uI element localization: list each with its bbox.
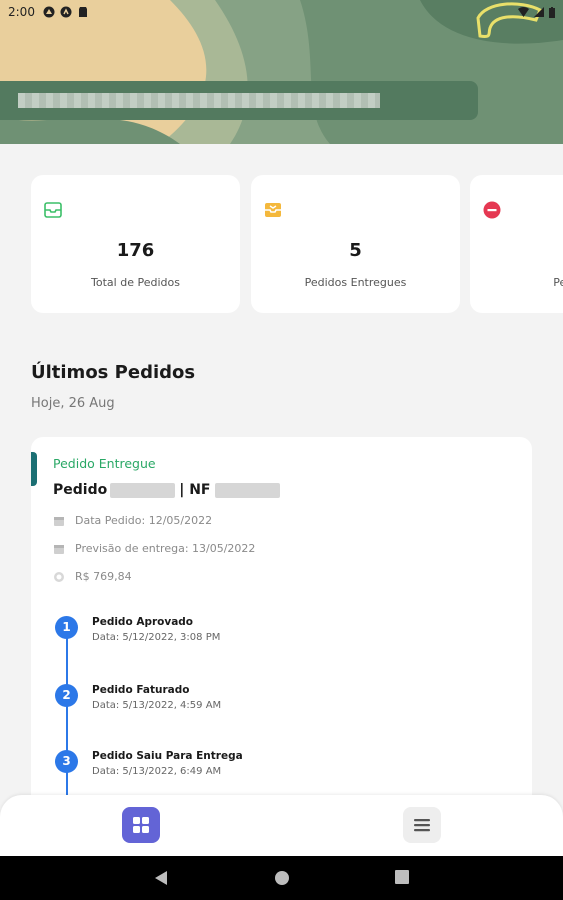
step-number: 3 <box>55 750 78 773</box>
battery-icon <box>549 6 555 18</box>
redacted-order-number <box>110 482 176 498</box>
stat-card-delivered[interactable]: 5 Pedidos Entregues <box>251 175 460 313</box>
section-date: Hoje, 26 Aug <box>31 396 115 411</box>
order-date-row: Data Pedido: 12/05/2022 <box>53 514 212 527</box>
wifi-icon <box>518 7 529 17</box>
status-bar: 2:00 <box>0 0 563 24</box>
order-status: Pedido Entregue <box>53 456 156 471</box>
search-bar[interactable] <box>0 81 478 120</box>
calendar-icon <box>54 544 64 554</box>
status-accent-bar <box>31 452 37 486</box>
step-title: Pedido Aprovado <box>92 616 194 628</box>
inbox-icon <box>44 202 62 218</box>
order-title: Pedido | NF <box>53 482 280 498</box>
section-title: Últimos Pedidos <box>31 362 196 383</box>
money-icon <box>54 571 64 582</box>
step-title: Pedido Saiu Para Entrega <box>92 750 243 762</box>
menu-tab-button[interactable] <box>403 807 441 843</box>
app-notification-icon-2 <box>60 6 72 18</box>
stats-cards: 176 Total de Pedidos 5 Pedidos Entregues… <box>31 175 563 313</box>
home-tab-button[interactable] <box>122 807 160 843</box>
order-title-nf: | NF <box>179 482 211 498</box>
signal-icon <box>534 7 544 17</box>
stat-value: 5 <box>349 240 362 261</box>
redacted-user-name <box>18 93 380 108</box>
step-date: Data: 5/13/2022, 4:59 AM <box>92 700 222 711</box>
step-date: Data: 5/12/2022, 3:08 PM <box>92 632 221 643</box>
grid-icon <box>133 817 149 833</box>
stat-label: Pedidos Entregues <box>304 276 407 289</box>
bottom-navigation <box>0 795 563 856</box>
delivery-forecast: Previsão de entrega: 13/05/2022 <box>75 542 256 555</box>
stat-label: Pedidos <box>553 276 563 289</box>
step-title: Pedido Faturado <box>92 684 190 696</box>
system-navigation-bar <box>0 856 563 900</box>
back-icon[interactable] <box>154 870 168 886</box>
delivery-forecast-row: Previsão de entrega: 13/05/2022 <box>53 542 255 555</box>
minus-circle-icon <box>483 201 501 219</box>
redacted-nf-number <box>214 482 280 498</box>
step-number: 2 <box>55 684 78 707</box>
step-number: 1 <box>55 616 78 639</box>
order-card[interactable]: Pedido Entregue Pedido | NF Data Pedido:… <box>31 437 532 817</box>
timeline-line <box>66 627 68 817</box>
stat-value: 176 <box>116 240 155 261</box>
inbox-delivered-icon <box>265 203 281 217</box>
calendar-icon <box>54 516 64 526</box>
app-notification-icon <box>43 6 55 18</box>
stat-card-total[interactable]: 176 Total de Pedidos <box>31 175 240 313</box>
order-title-prefix: Pedido <box>53 482 108 498</box>
home-circle-icon[interactable] <box>274 870 290 886</box>
order-value-row: R$ 769,84 <box>53 570 132 583</box>
recents-square-icon[interactable] <box>395 870 409 884</box>
header: 2:00 <box>0 0 563 144</box>
menu-icon <box>414 819 430 832</box>
sd-card-icon <box>78 7 87 17</box>
status-time: 2:00 <box>8 5 35 19</box>
stat-label: Total de Pedidos <box>91 276 180 289</box>
order-date: Data Pedido: 12/05/2022 <box>75 514 213 527</box>
step-date: Data: 5/13/2022, 6:49 AM <box>92 766 222 777</box>
order-value: R$ 769,84 <box>75 570 132 583</box>
stat-card-cancelled[interactable]: Pedidos <box>470 175 563 313</box>
